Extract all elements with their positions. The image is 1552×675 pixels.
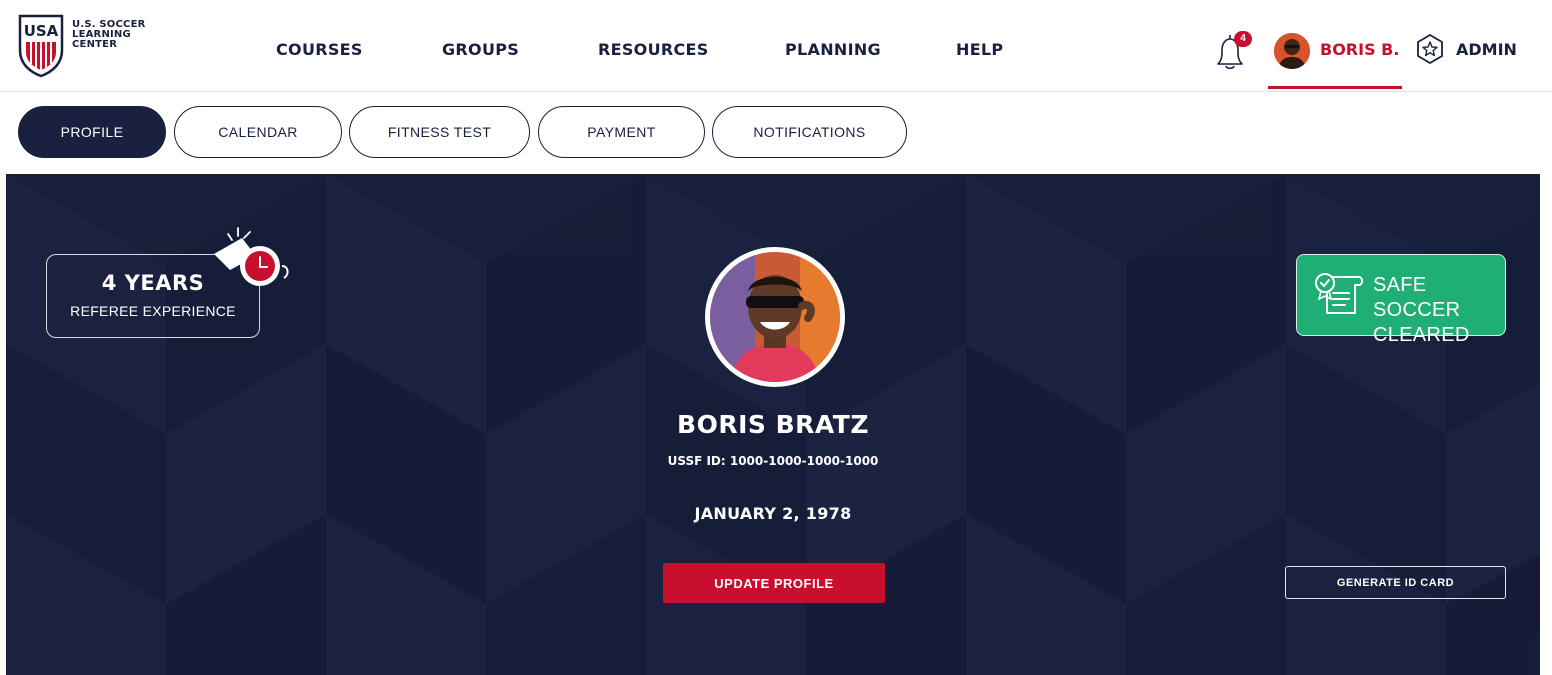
- profile-photo-icon: [710, 252, 840, 382]
- nav-planning[interactable]: PLANNING: [785, 40, 881, 59]
- profile-photo: [710, 252, 840, 382]
- nav-groups[interactable]: GROUPS: [442, 40, 519, 59]
- user-avatar-icon: [1274, 33, 1310, 69]
- avatar: [1274, 33, 1310, 69]
- shield-text: USA: [24, 22, 59, 40]
- brand-wordmark: U.S. SOCCER LEARNING CENTER: [72, 20, 146, 50]
- active-underline: [1268, 86, 1402, 89]
- tab-calendar[interactable]: CALENDAR: [174, 106, 342, 158]
- user-name: BORIS B.: [1320, 40, 1400, 59]
- whistle-timer-icon: [214, 227, 289, 286]
- certificate-scroll-icon: [1315, 273, 1363, 314]
- safe-soccer-text: SAFE SOCCER CLEARED: [1373, 273, 1505, 348]
- admin-label: ADMIN: [1456, 39, 1517, 59]
- tab-payment[interactable]: PAYMENT: [538, 106, 705, 158]
- safe-soccer-line-2: CLEARED: [1373, 324, 1470, 346]
- tab-profile[interactable]: PROFILE: [18, 106, 166, 158]
- tab-fitness-test[interactable]: FITNESS TEST: [349, 106, 530, 158]
- nav-courses[interactable]: COURSES: [276, 40, 363, 59]
- tab-notifications[interactable]: NOTIFICATIONS: [712, 106, 907, 158]
- brand-line-3: CENTER: [72, 39, 118, 50]
- nav-help[interactable]: HELP: [956, 40, 1003, 59]
- ussf-id: USSF ID: 1000-1000-1000-1000: [667, 454, 879, 468]
- profile-hero: 4 YEARS REFEREE EXPERIENCE SAFE SOCCER C…: [6, 174, 1540, 675]
- profile-name: BORIS BRATZ: [677, 410, 869, 439]
- safe-soccer-line-1: SAFE SOCCER: [1373, 274, 1461, 321]
- experience-label: REFEREE EXPERIENCE: [70, 303, 236, 319]
- top-navigation-bar: USA U.S. SOCCER LEARNING CENTER COURSES …: [0, 0, 1552, 92]
- usa-shield-icon: USA: [18, 14, 64, 78]
- safe-soccer-cleared-badge[interactable]: SAFE SOCCER CLEARED: [1296, 254, 1506, 346]
- generate-id-card-button[interactable]: GENERATE ID CARD: [1285, 566, 1506, 599]
- update-profile-button[interactable]: UPDATE PROFILE: [663, 563, 885, 603]
- nav-resources[interactable]: RESOURCES: [598, 40, 709, 59]
- user-menu[interactable]: BORIS B.: [1268, 0, 1402, 92]
- date-of-birth: JANUARY 2, 1978: [694, 504, 852, 523]
- star-badge-icon: [1417, 34, 1443, 64]
- admin-button[interactable]: ADMIN: [1414, 32, 1517, 66]
- notification-count-badge: 4: [1234, 31, 1252, 47]
- profile-avatar[interactable]: [705, 247, 845, 387]
- us-soccer-logo[interactable]: USA U.S. SOCCER LEARNING CENTER: [18, 14, 146, 78]
